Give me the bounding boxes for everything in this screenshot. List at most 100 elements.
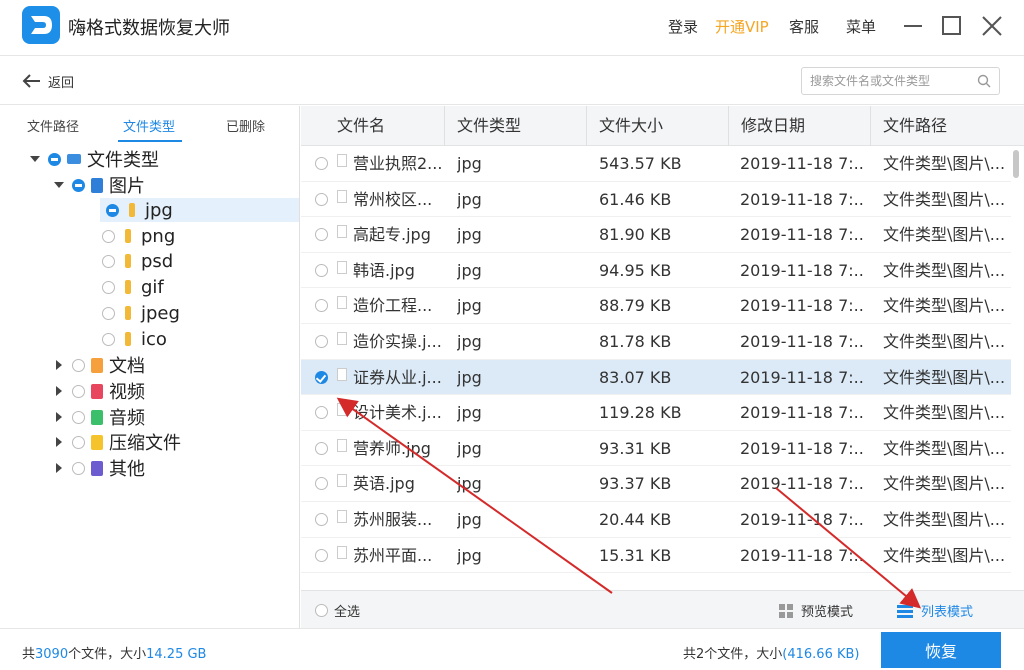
cell-file-type: jpg [457, 189, 482, 209]
selected-files-info: 共2个文件，大小(416.66 KB) [683, 643, 860, 662]
maximize-icon[interactable] [940, 14, 964, 38]
tree-node-file-types[interactable]: 文件类型 [30, 147, 159, 171]
search-box[interactable] [801, 67, 1000, 95]
column-header-type[interactable]: 文件类型 [445, 106, 587, 146]
tree-label: 视频 [109, 382, 145, 403]
table-row[interactable]: 造价实操.j... jpg 81.78 KB 2019-11-18 7:... 文件类型… [301, 324, 1011, 360]
image-file-icon [91, 177, 103, 193]
cell-file-type: jpg [457, 332, 482, 351]
close-icon[interactable] [980, 14, 1004, 38]
tree-checkbox[interactable] [72, 384, 85, 398]
tab-deleted[interactable]: 已删除 [226, 116, 265, 135]
row-checkbox[interactable] [315, 441, 328, 455]
table-row[interactable]: 英语.jpg jpg 93.37 KB 2019-11-18 7:... 文件类型\图片… [301, 466, 1011, 502]
search-input[interactable] [810, 72, 970, 90]
table-row[interactable]: 常州校区... jpg 61.46 KB 2019-11-18 7:... 文件类型\图… [301, 182, 1011, 218]
tree-checkbox[interactable] [102, 306, 115, 320]
table-row[interactable]: 韩语.jpg jpg 94.95 KB 2019-11-18 7:... 文件类型\图片… [301, 253, 1011, 289]
tab-file-type[interactable]: 文件类型 [123, 116, 175, 135]
title-bar: 嗨格式数据恢复大师 登录 开通VIP 客服 菜单 [0, 0, 1024, 56]
caret-right-icon[interactable] [54, 437, 64, 447]
column-header-name[interactable]: 文件名 [325, 106, 445, 146]
tree-checkbox[interactable] [72, 435, 85, 449]
select-all-checkbox[interactable]: 全选 [315, 601, 360, 620]
caret-right-icon[interactable] [54, 412, 64, 422]
tree-checkbox[interactable] [48, 152, 61, 166]
tree-node-other[interactable]: 其他 [54, 456, 145, 480]
select-all-radio[interactable] [315, 604, 328, 617]
back-button[interactable]: 返回 [22, 71, 74, 91]
list-mode-button[interactable]: 列表模式 [897, 601, 973, 620]
tree-node-archives[interactable]: 压缩文件 [54, 430, 181, 454]
table-row[interactable]: 高起专.jpg jpg 81.90 KB 2019-11-18 7:... 文件类型\图… [301, 217, 1011, 253]
cell-file-type: jpg [457, 438, 482, 458]
table-row[interactable]: 苏州服装... jpg 20.44 KB 2019-11-18 7:... 文件类型\图… [301, 502, 1011, 538]
minimize-icon[interactable] [901, 14, 925, 38]
caret-right-icon[interactable] [54, 360, 64, 370]
menu-link[interactable]: 菜单 [846, 16, 876, 37]
cell-modified-date: 2019-11-18 7:... [740, 332, 865, 351]
service-link[interactable]: 客服 [789, 16, 819, 37]
caret-down-icon[interactable] [30, 154, 40, 164]
tree-node-psd[interactable]: psd [102, 249, 173, 273]
preview-mode-button[interactable]: 预览模式 [779, 601, 853, 620]
tree-node-ico[interactable]: ico [102, 327, 167, 351]
tree-node-images[interactable]: 图片 [54, 173, 145, 197]
row-checkbox[interactable] [315, 513, 328, 526]
row-checkbox[interactable] [315, 228, 328, 242]
table-row[interactable]: 营业执照2... jpg 543.57 KB 2019-11-18 7:... 文件类型… [301, 146, 1011, 182]
cell-file-name: 营养师.jpg [353, 438, 431, 458]
cell-file-size: 15.31 KB [599, 545, 672, 565]
row-checkbox[interactable] [315, 335, 328, 348]
tree-checkbox[interactable] [72, 461, 85, 475]
row-checkbox[interactable] [315, 548, 328, 562]
cell-file-path: 文件类型\图片\... [883, 438, 1006, 458]
vip-link[interactable]: 开通VIP [715, 16, 769, 37]
row-checkbox[interactable] [315, 477, 328, 491]
selected-size: (416.66 KB) [782, 647, 860, 662]
tree-node-png[interactable]: png [102, 224, 175, 248]
tree-checkbox[interactable] [102, 332, 115, 346]
tree-checkbox[interactable] [102, 254, 115, 268]
row-checkbox[interactable] [315, 192, 328, 206]
recover-button[interactable]: 恢复 [881, 632, 1001, 668]
tree-node-jpeg[interactable]: jpeg [102, 301, 180, 325]
cell-file-name: 韩语.jpg [353, 260, 415, 280]
column-header-date[interactable]: 修改日期 [729, 106, 871, 146]
login-link[interactable]: 登录 [668, 16, 698, 37]
cell-file-size: 543.57 KB [599, 154, 682, 173]
table-row[interactable]: 证券从业.j... jpg 83.07 KB 2019-11-18 7:... 文件类型… [301, 359, 1011, 396]
tree-checkbox[interactable] [102, 280, 115, 294]
search-icon[interactable] [977, 74, 991, 88]
tree-node-gif[interactable]: gif [102, 275, 164, 299]
caret-right-icon[interactable] [54, 463, 64, 473]
row-checkbox[interactable] [315, 299, 328, 313]
tree-node-video[interactable]: 视频 [54, 379, 145, 403]
tree-checkbox[interactable] [102, 229, 115, 243]
cell-file-type: jpg [457, 296, 482, 316]
cell-file-name: 证券从业.j... [353, 367, 441, 387]
column-header-path[interactable]: 文件路径 [871, 106, 1024, 146]
table-row[interactable]: 营养师.jpg jpg 93.31 KB 2019-11-18 7:... 文件类型\图… [301, 431, 1011, 467]
row-checkbox[interactable] [315, 406, 328, 420]
row-checkbox[interactable] [315, 263, 328, 277]
table-row[interactable]: 造价工程... jpg 88.79 KB 2019-11-18 7:... 文件类型\图… [301, 288, 1011, 324]
table-row[interactable]: 苏州平面... jpg 15.31 KB 2019-11-18 7:... 文件类型\图… [301, 538, 1011, 574]
column-header-size[interactable]: 文件大小 [587, 106, 729, 146]
tree-checkbox[interactable] [72, 410, 85, 424]
tree-checkbox[interactable] [106, 203, 119, 217]
tree-checkbox[interactable] [72, 178, 85, 192]
tree-node-audio[interactable]: 音频 [54, 405, 145, 429]
table-scrollbar[interactable] [1013, 150, 1019, 178]
tab-file-path[interactable]: 文件路径 [27, 116, 79, 135]
caret-right-icon[interactable] [54, 386, 64, 396]
tree-node-documents[interactable]: 文档 [54, 353, 145, 377]
cell-modified-date: 2019-11-18 7:... [740, 260, 865, 280]
tree-node-jpg[interactable]: jpg [100, 198, 299, 222]
tree-checkbox[interactable] [72, 358, 85, 372]
row-checkbox[interactable] [315, 157, 328, 170]
table-row[interactable]: 设计美术.j... jpg 119.28 KB 2019-11-18 7:... 文件类… [301, 395, 1011, 431]
row-checkbox[interactable] [315, 370, 328, 384]
folder-icon [125, 280, 131, 294]
caret-down-icon[interactable] [54, 180, 64, 190]
